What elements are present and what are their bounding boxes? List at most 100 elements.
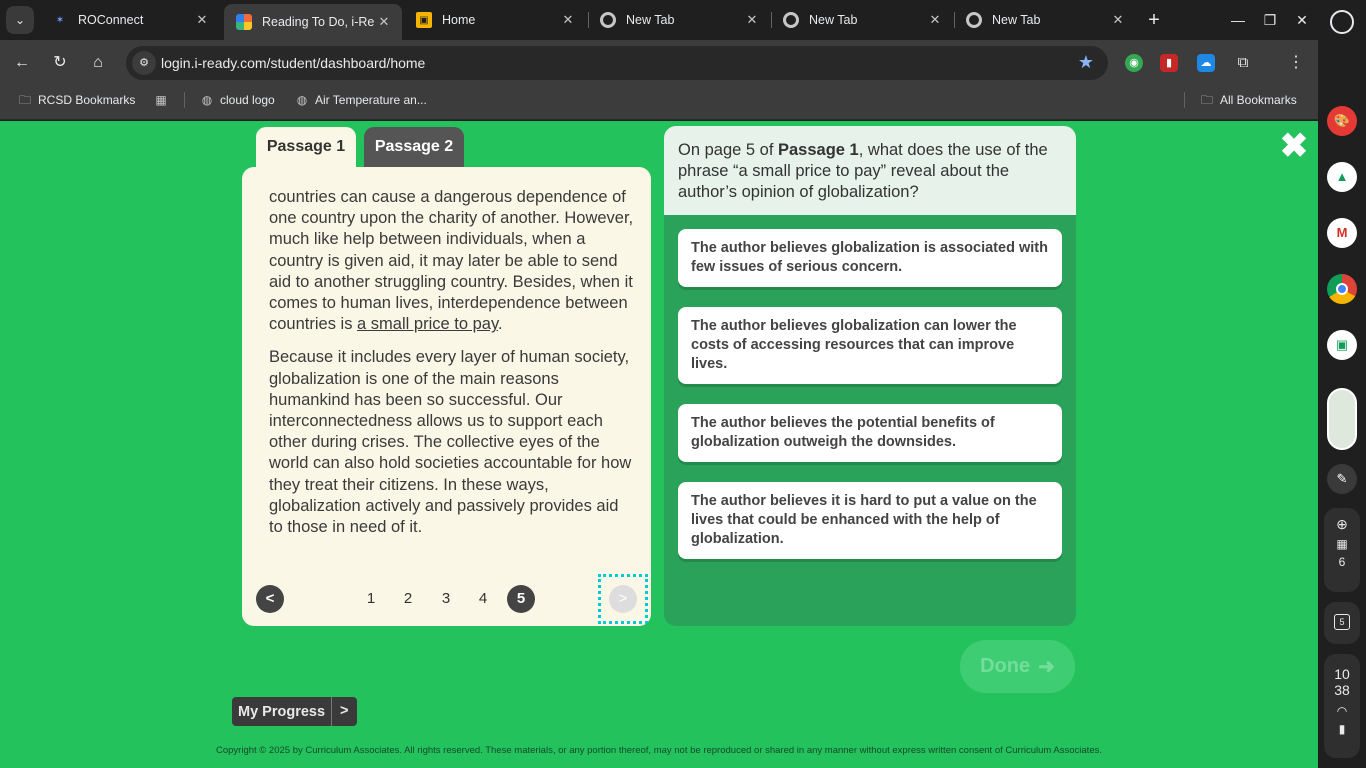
question-pre: On page 5 of <box>678 141 778 159</box>
tab-title: New Tab <box>626 13 675 27</box>
tab-roconnect[interactable]: ✶ ROConnect ✕ <box>40 0 220 40</box>
bookmark-cloud-logo[interactable]: ◍ cloud logo <box>200 86 275 114</box>
tab-new-3[interactable]: New Tab ✕ <box>954 0 1136 40</box>
tab-title: New Tab <box>992 13 1041 27</box>
answer-option-1[interactable]: The author believes globalization is ass… <box>678 229 1062 287</box>
launcher-icon[interactable] <box>1330 10 1354 34</box>
chromeos-shelf: 🎨 ▲ M ▣ ✎ ⊕ ▦ 6 5 10 38 ◠ ▮ <box>1318 0 1366 768</box>
system-tray[interactable]: 10 38 ◠ ▮ <box>1324 654 1360 758</box>
battery-icon: ▮ <box>1338 722 1346 736</box>
apps-grid-icon[interactable]: ▦ <box>154 86 174 114</box>
answer-option-4[interactable]: The author believes it is hard to put a … <box>678 482 1062 559</box>
tab-search-button[interactable]: ⌄ <box>6 6 34 34</box>
pen-icon[interactable]: ✎ <box>1327 464 1357 494</box>
passage-panel: countries can cause a dangerous dependen… <box>242 167 651 626</box>
close-window-button[interactable]: ✕ <box>1290 8 1314 32</box>
bookmark-label: Air Temperature an... <box>315 93 427 107</box>
palette-app-icon[interactable]: 🎨 <box>1327 106 1357 136</box>
bookmarks-bar: 🗀 RCSD Bookmarks ▦ ◍ cloud logo ◍ Air Te… <box>0 86 1318 120</box>
all-bookmarks[interactable]: 🗀 All Bookmarks <box>1200 86 1297 114</box>
new-tab-button[interactable]: + <box>1143 9 1165 31</box>
bookmark-separator <box>1184 92 1185 108</box>
chrome-favicon-icon <box>783 12 799 28</box>
tab-passage-1[interactable]: Passage 1 <box>256 127 356 167</box>
iready-favicon-icon <box>236 14 252 30</box>
grid-icon: ▦ <box>155 93 167 107</box>
notification-tray[interactable]: ⊕ ▦ 6 <box>1324 508 1360 592</box>
bookmark-air-temperature[interactable]: ◍ Air Temperature an... <box>295 86 427 114</box>
tab-title: ROConnect <box>78 13 144 27</box>
my-progress-label: My Progress <box>238 703 326 720</box>
gmail-icon[interactable]: M <box>1327 218 1357 248</box>
close-icon[interactable]: ✕ <box>1108 12 1128 28</box>
my-progress-button[interactable]: My Progress > <box>232 697 357 726</box>
tab-home[interactable]: ▣ Home ✕ <box>404 0 586 40</box>
extensions-puzzle-icon[interactable]: ⧉ <box>1234 54 1252 72</box>
done-button[interactable]: Done ➜ <box>960 640 1075 693</box>
site-info-icon[interactable]: ⚙ <box>132 51 156 75</box>
tab-title: Home <box>442 13 476 27</box>
prev-page-button[interactable]: < <box>256 585 284 613</box>
minimize-button[interactable]: — <box>1226 8 1250 32</box>
tab-iready[interactable]: Reading To Do, i-Read ✕ <box>224 4 402 40</box>
bookmark-separator <box>184 92 185 108</box>
iready-page: Passage 1 Passage 2 countries can cause … <box>0 121 1318 768</box>
add-circle-icon: ⊕ <box>1336 516 1348 532</box>
chevron-right-icon: > <box>331 697 356 726</box>
folder-icon: 🗀 <box>1200 93 1213 107</box>
extension-cloud-icon[interactable]: ☁ <box>1197 54 1215 72</box>
bookmark-label: cloud logo <box>220 93 275 107</box>
classroom-favicon-icon: ▣ <box>416 12 432 28</box>
wifi-icon: ◠ <box>1336 704 1348 718</box>
extension-green-icon[interactable]: ◉ <box>1125 54 1143 72</box>
reload-icon[interactable]: ↻ <box>47 50 73 76</box>
close-icon[interactable]: ✖ <box>1279 129 1309 163</box>
page-4-button[interactable]: 4 <box>469 585 497 613</box>
tab-new-2[interactable]: New Tab ✕ <box>771 0 953 40</box>
address-bar[interactable]: ⚙ login.i-ready.com/student/dashboard/ho… <box>126 46 1108 80</box>
close-icon[interactable]: ✕ <box>192 12 212 28</box>
menu-kebab-icon[interactable]: ⋮ <box>1287 54 1305 72</box>
back-arrow-icon[interactable]: ← <box>9 50 35 76</box>
tab-new-1[interactable]: New Tab ✕ <box>588 0 770 40</box>
building-icon: ▦ <box>1336 537 1348 551</box>
next-page-button[interactable]: > <box>609 585 637 613</box>
close-icon[interactable]: ✕ <box>558 12 578 28</box>
globe-icon: ◍ <box>296 93 308 107</box>
page-5-button[interactable]: 5 <box>507 585 535 613</box>
next-page-focus-ring: > <box>598 574 648 624</box>
question-panel: On page 5 of Passage 1, what does the us… <box>664 126 1076 626</box>
notification-count: 6 <box>1338 555 1346 569</box>
calendar-button[interactable]: 5 <box>1324 602 1360 644</box>
google-drive-icon[interactable]: ▲ <box>1327 162 1357 192</box>
url-text[interactable]: login.i-ready.com/student/dashboard/home <box>161 55 425 71</box>
clock-minute: 38 <box>1334 682 1350 698</box>
google-classroom-icon[interactable]: ▣ <box>1327 330 1357 360</box>
home-icon[interactable]: ⌂ <box>85 50 111 76</box>
answer-option-3[interactable]: The author believes the potential benefi… <box>678 404 1062 462</box>
passage-text: countries can cause a dangerous dependen… <box>269 187 634 550</box>
tab-strip: ⌄ ✶ ROConnect ✕ Reading To Do, i-Read ✕ … <box>0 0 1318 40</box>
chrome-favicon-icon <box>600 12 616 28</box>
page-1-button[interactable]: 1 <box>357 585 385 613</box>
browser-toolbar: ← ↻ ⌂ ⚙ login.i-ready.com/student/dashbo… <box>0 40 1318 86</box>
paragraph-end: . <box>497 315 503 334</box>
paragraph-text: countries can cause a dangerous dependen… <box>269 188 634 334</box>
window-preview-icon[interactable] <box>1327 388 1357 450</box>
arrow-right-icon: ➜ <box>1038 656 1055 678</box>
bookmark-star-icon[interactable]: ★ <box>1078 52 1094 73</box>
restore-button[interactable]: ❐ <box>1258 8 1282 32</box>
page-3-button[interactable]: 3 <box>432 585 460 613</box>
extension-red-book-icon[interactable]: ▮ <box>1160 54 1178 72</box>
close-icon[interactable]: ✕ <box>742 12 762 28</box>
answer-option-2[interactable]: The author believes globalization can lo… <box>678 307 1062 384</box>
done-label: Done <box>980 655 1031 677</box>
page-2-button[interactable]: 2 <box>394 585 422 613</box>
close-icon[interactable]: ✕ <box>925 12 945 28</box>
chrome-icon[interactable] <box>1327 274 1357 304</box>
bookmark-rcsd[interactable]: 🗀 RCSD Bookmarks <box>18 86 135 114</box>
calendar-icon: 5 <box>1334 614 1350 630</box>
close-icon[interactable]: ✕ <box>374 14 394 30</box>
tab-passage-2[interactable]: Passage 2 <box>364 127 464 167</box>
bookmark-label: RCSD Bookmarks <box>38 93 136 107</box>
